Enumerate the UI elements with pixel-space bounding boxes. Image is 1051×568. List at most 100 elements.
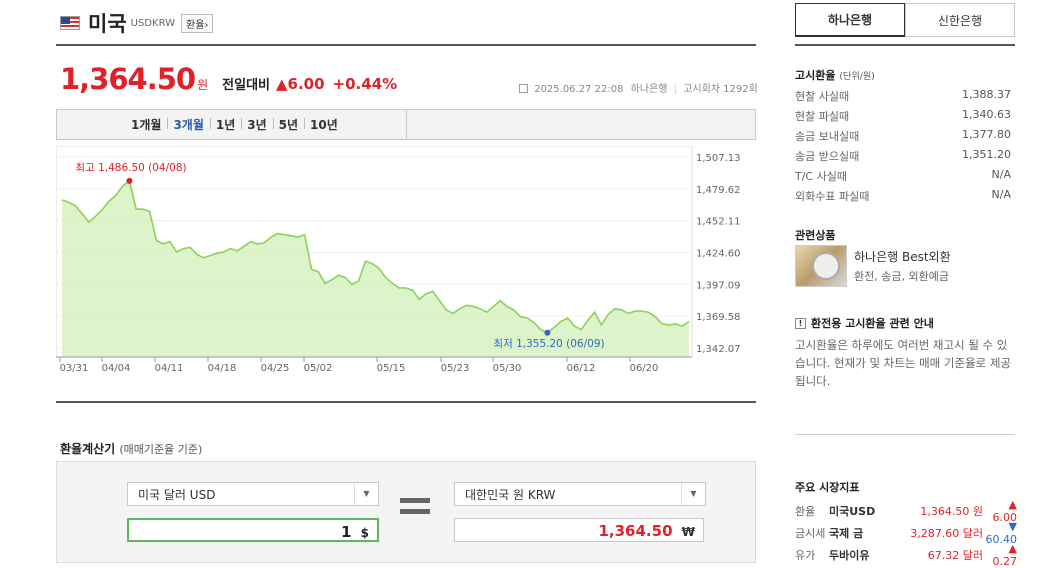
market-name: 국제 금 bbox=[829, 527, 864, 540]
rate-chart-svg: 1,507.13 1,479.62 1,452.11 1,424.60 1,397.09… bbox=[55, 145, 741, 374]
min-label: 최저 1,355.20 (06/09) bbox=[493, 338, 604, 350]
rate-label: 현찰 파실때 bbox=[795, 110, 850, 123]
price-diff-percent: +0.44% bbox=[332, 75, 398, 93]
market-value: 67.32 달러 bbox=[927, 549, 983, 562]
meta-date: 2025.06.27 22:08 bbox=[534, 84, 624, 95]
x-tick-label: 04/25 bbox=[261, 363, 290, 374]
market-row[interactable]: 환율 미국USD 1,364.50 원 ▲ 6.00 bbox=[795, 498, 1017, 524]
min-point bbox=[544, 329, 551, 336]
y-tick-label: 1,342.07 bbox=[696, 344, 741, 355]
note-title: ! 환전용 고시환율 관련 안내 bbox=[795, 315, 934, 331]
period-tab-0[interactable]: 1개월 bbox=[125, 116, 167, 133]
period-tab-2[interactable]: 1년 bbox=[209, 116, 241, 133]
x-tick-label: 06/20 bbox=[630, 363, 659, 374]
title-row: 미국 USDKRW 환율› bbox=[60, 10, 214, 36]
exchange-rate-link-button[interactable]: 환율› bbox=[181, 13, 214, 33]
header-divider bbox=[56, 44, 756, 46]
notice-rates-title-text: 고시환율 bbox=[795, 69, 836, 82]
notice-rates-table: 현찰 사실때 1,388.37 현찰 파실때 1,340.63 송금 보내실때 1,377… bbox=[795, 88, 1011, 208]
x-tick-label: 03/31 bbox=[60, 363, 89, 374]
y-tick-label: 1,452.11 bbox=[696, 217, 741, 228]
rate-row: 송금 보내실때 1,377.80 bbox=[795, 128, 1011, 148]
rate-row: 현찰 파실때 1,340.63 bbox=[795, 108, 1011, 128]
period-tab-3[interactable]: 3년 bbox=[241, 116, 272, 133]
period-bar: 1개월 3개월 1년 3년 5년 10년 bbox=[56, 109, 756, 140]
period-tab-5[interactable]: 10년 bbox=[304, 116, 344, 133]
rate-chart: 1,507.13 1,479.62 1,452.11 1,424.60 1,397.09… bbox=[55, 145, 756, 376]
to-currency-label: 대한민국 원 KRW bbox=[465, 488, 556, 502]
rate-row: 송금 받으실때 1,351.20 bbox=[795, 148, 1011, 168]
price-row: 1,364.50 원 전일대비 ▲6.00 +0.44% bbox=[60, 62, 397, 96]
max-label: 최고 1,486.50 (04/08) bbox=[75, 162, 186, 174]
rate-value: N/A bbox=[991, 188, 1011, 201]
y-tick-label: 1,369.58 bbox=[696, 312, 741, 323]
x-tick-label: 06/12 bbox=[567, 363, 596, 374]
from-amount-unit: $ bbox=[360, 526, 369, 540]
bank-tabs-divider bbox=[795, 44, 1015, 46]
market-name: 미국USD bbox=[829, 505, 876, 518]
price-diff: ▲6.00 bbox=[276, 75, 325, 93]
diff-label: 전일대비 bbox=[222, 78, 270, 93]
calculator-title: 환율계산기 (매매기준율 기준) bbox=[60, 440, 202, 457]
chevron-down-icon: ▼ bbox=[354, 483, 378, 505]
rate-label: T/C 사실때 bbox=[795, 170, 847, 183]
chevron-down-icon: ▼ bbox=[681, 483, 705, 505]
equals-icon bbox=[400, 498, 430, 516]
market-category: 유가 bbox=[795, 549, 816, 562]
sidebar-divider bbox=[795, 434, 1015, 435]
x-tick-label: 04/18 bbox=[208, 363, 237, 374]
notice-rates-title: 고시환율 (단위/원) bbox=[795, 67, 875, 83]
meta-notice: 고시회차 1292회 bbox=[683, 84, 758, 95]
period-tab-1[interactable]: 3개월 bbox=[167, 116, 209, 133]
bank-tab-1[interactable]: 신한은행 bbox=[905, 3, 1015, 37]
y-tick-label: 1,507.13 bbox=[696, 153, 741, 164]
rate-value: 1,388.37 bbox=[962, 88, 1011, 101]
notice-rates-unit: (단위/원) bbox=[839, 71, 875, 82]
market-name: 두바이유 bbox=[829, 549, 870, 562]
info-icon: ! bbox=[795, 317, 806, 329]
rate-label: 송금 보내실때 bbox=[795, 130, 860, 143]
rate-value: 1,340.63 bbox=[962, 108, 1011, 121]
period-tab-4[interactable]: 5년 bbox=[272, 116, 304, 133]
from-amount-value: 1 bbox=[340, 523, 352, 541]
x-tick-label: 04/11 bbox=[155, 363, 184, 374]
price-meta: 2025.06.27 22:08 하나은행 | 고시회차 1292회 bbox=[519, 80, 758, 95]
current-price: 1,364.50 bbox=[60, 62, 196, 96]
bank-tabs: 하나은행 신한은행 bbox=[795, 3, 1015, 37]
product-image[interactable] bbox=[795, 245, 847, 287]
x-tick-label: 05/15 bbox=[377, 363, 406, 374]
product-desc: 환전, 송금, 외환예금 bbox=[854, 270, 949, 283]
to-currency-select[interactable]: 대한민국 원 KRW ▼ bbox=[454, 482, 706, 506]
from-amount-input[interactable]: 1 $ bbox=[127, 518, 379, 542]
rate-value: N/A bbox=[991, 168, 1011, 181]
rate-value: 1,377.80 bbox=[962, 128, 1011, 141]
calendar-icon bbox=[519, 84, 528, 93]
market-title: 주요 시장지표 bbox=[795, 481, 860, 494]
market-row[interactable]: 금시세 국제 금 3,287.60 달러 ▼ 60.40 bbox=[795, 520, 1017, 546]
y-tick-label: 1,397.09 bbox=[696, 280, 741, 291]
market-category: 금시세 bbox=[795, 527, 826, 540]
note-title-text: 환전용 고시환율 관련 안내 bbox=[811, 317, 934, 330]
price-unit: 원 bbox=[197, 78, 209, 92]
note-text: 고시환율은 하루에도 여러번 재고시 될 수 있습니다. 현재가 및 차트는 매… bbox=[795, 338, 1012, 388]
x-tick-label: 04/04 bbox=[102, 363, 131, 374]
calculator-subtitle: (매매기준율 기준) bbox=[119, 443, 203, 456]
bank-tab-0[interactable]: 하나은행 bbox=[795, 3, 905, 37]
market-change: ▲ 0.27 bbox=[992, 542, 1018, 568]
rate-label: 외화수표 파실때 bbox=[795, 190, 870, 203]
to-amount-output[interactable]: 1,364.50 ₩ bbox=[454, 518, 704, 542]
market-category: 환율 bbox=[795, 505, 816, 518]
x-tick-label: 05/30 bbox=[493, 363, 522, 374]
market-value: 3,287.60 달러 bbox=[910, 527, 983, 540]
market-value: 1,364.50 원 bbox=[920, 505, 983, 518]
us-flag-icon bbox=[60, 16, 80, 30]
rate-label: 현찰 사실때 bbox=[795, 90, 850, 103]
to-amount-value: 1,364.50 bbox=[598, 522, 673, 540]
to-amount-unit: ₩ bbox=[681, 525, 695, 539]
from-currency-select[interactable]: 미국 달러 USD ▼ bbox=[127, 482, 379, 506]
max-point bbox=[126, 177, 133, 184]
product-name[interactable]: 하나은행 Best외환 bbox=[854, 248, 951, 265]
from-currency-label: 미국 달러 USD bbox=[138, 488, 216, 502]
period-tabs: 1개월 3개월 1년 3년 5년 10년 bbox=[57, 110, 407, 139]
y-tick-label: 1,479.62 bbox=[696, 185, 741, 196]
